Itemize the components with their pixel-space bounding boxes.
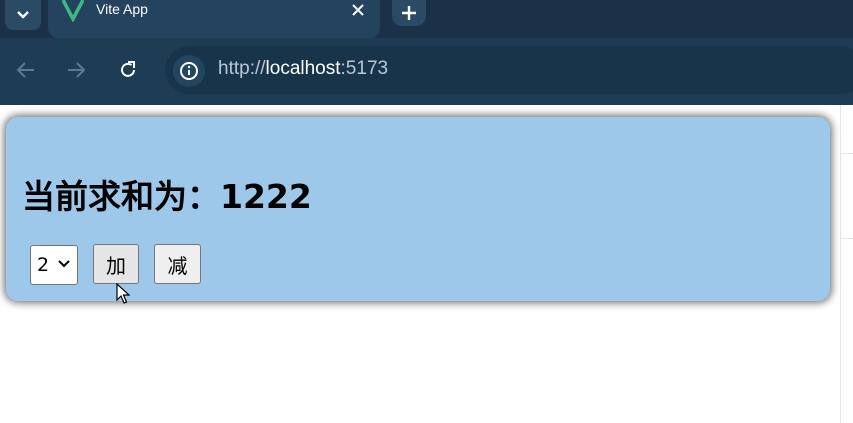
close-icon bbox=[352, 4, 364, 16]
add-button[interactable]: 加 bbox=[93, 244, 139, 284]
tab-strip: Vite App bbox=[0, 0, 853, 38]
address-bar[interactable]: http://localhost:5173 bbox=[165, 46, 853, 94]
sum-value: 1222 bbox=[220, 177, 312, 216]
url-port: :5173 bbox=[340, 58, 389, 79]
reload-button[interactable] bbox=[115, 57, 141, 83]
reload-icon bbox=[121, 61, 135, 77]
subtract-button[interactable]: 减 bbox=[154, 244, 201, 284]
sum-label: 当前求和为： bbox=[22, 177, 220, 216]
tab-close-button[interactable] bbox=[348, 0, 368, 20]
info-icon bbox=[180, 62, 198, 80]
url-host: localhost bbox=[265, 58, 341, 79]
scrollbar-mark bbox=[841, 153, 853, 154]
plus-icon bbox=[402, 6, 416, 20]
counter-card: 当前求和为：1222 2 加 减 bbox=[6, 117, 830, 304]
step-select[interactable]: 2 bbox=[30, 245, 78, 285]
back-button[interactable] bbox=[13, 57, 39, 83]
new-tab-button[interactable] bbox=[392, 0, 426, 26]
sum-heading: 当前求和为：1222 bbox=[22, 170, 312, 218]
browser-toolbar: http://localhost:5173 bbox=[0, 38, 853, 105]
site-info-button[interactable] bbox=[173, 55, 205, 87]
mouse-cursor-icon bbox=[116, 283, 130, 304]
browser-tab[interactable]: Vite App bbox=[48, 0, 380, 38]
browser-chrome: Vite App http://localhost:5173 bbox=[0, 0, 853, 105]
scrollbar-mark bbox=[841, 238, 853, 239]
chevron-down-icon bbox=[58, 260, 70, 268]
forward-button[interactable] bbox=[63, 57, 89, 83]
tab-search-button[interactable] bbox=[5, 0, 41, 30]
tab-title: Vite App bbox=[96, 1, 148, 17]
url-text: http://localhost:5173 bbox=[218, 58, 388, 80]
page-viewport: 当前求和为：1222 2 加 减 bbox=[0, 105, 853, 423]
vite-logo-icon bbox=[62, 0, 84, 22]
arrow-left-icon bbox=[16, 62, 34, 78]
step-select-value: 2 bbox=[37, 254, 50, 276]
url-protocol: http:// bbox=[218, 58, 266, 79]
chevron-down-icon bbox=[17, 11, 29, 19]
arrow-right-icon bbox=[68, 62, 86, 78]
